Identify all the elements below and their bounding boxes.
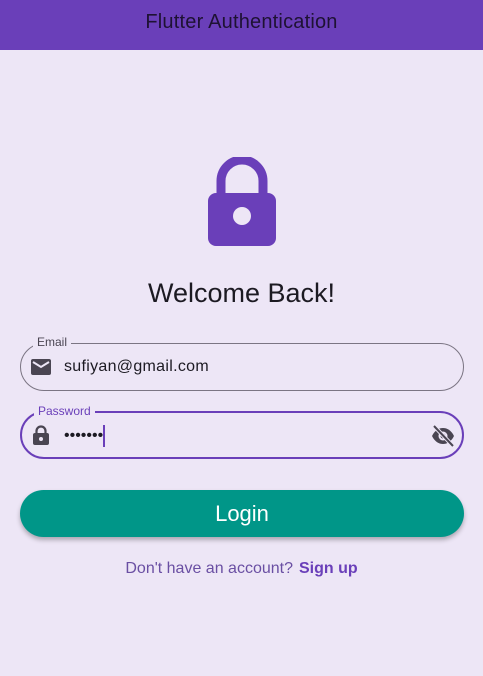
app-bar-title: Flutter Authentication (145, 10, 338, 33)
lock-icon (30, 424, 52, 446)
login-button[interactable]: Login (20, 490, 464, 537)
signup-row: Don't have an account? Sign up (0, 560, 483, 578)
password-masked-value: ••••••• (64, 427, 104, 445)
password-field-label: Password (34, 404, 95, 418)
lock-icon (207, 155, 277, 247)
email-input[interactable]: sufiyan@gmail.com (64, 357, 209, 377)
email-field-label: Email (33, 335, 72, 349)
text-caret (103, 425, 106, 447)
password-field[interactable]: Password ••••••• (20, 404, 464, 459)
welcome-heading: Welcome Back! (147, 278, 336, 308)
visibility-off-icon[interactable] (430, 423, 456, 449)
password-input[interactable]: ••••••• (64, 425, 106, 447)
signup-prompt: Don't have an account? (125, 560, 293, 577)
mail-icon (30, 356, 52, 378)
signup-link[interactable]: Sign up (299, 560, 358, 577)
app-bar: Flutter Authentication (0, 0, 483, 50)
email-field[interactable]: Email sufiyan@gmail.com (20, 335, 464, 391)
